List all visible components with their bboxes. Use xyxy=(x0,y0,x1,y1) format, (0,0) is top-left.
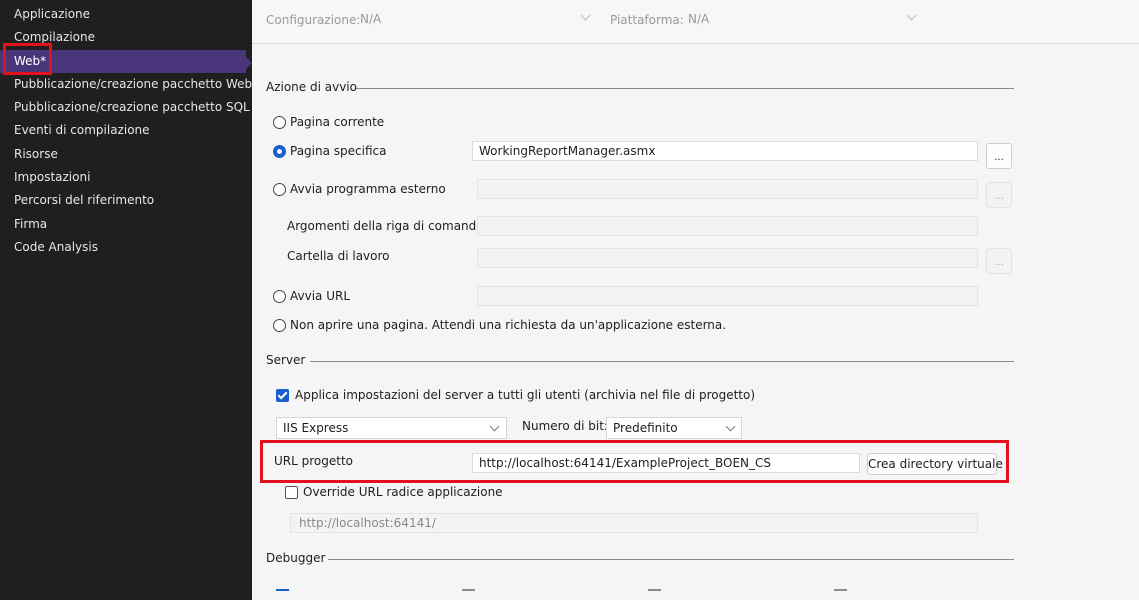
specific-page-label: Pagina specifica xyxy=(290,144,387,158)
sidebar-item-label: Impostazioni xyxy=(14,170,91,184)
section-divider xyxy=(328,559,1014,560)
override-root-checkbox[interactable] xyxy=(285,486,298,499)
sidebar-item-publish-sql[interactable]: Pubblicazione/creazione pacchetto SQL xyxy=(0,96,250,119)
project-url-label: URL progetto xyxy=(274,454,354,468)
sidebar-item-applicazione[interactable]: Applicazione xyxy=(0,3,240,26)
server-select[interactable]: IIS Express xyxy=(276,417,507,439)
start-action-section: Azione di avvio xyxy=(266,80,1016,96)
sidebar-item-label: Eventi di compilazione xyxy=(14,123,150,137)
external-program-label: Avvia programma esterno xyxy=(290,182,446,196)
chevron-down-icon xyxy=(489,421,500,432)
config-label: Configurazione: xyxy=(266,13,361,27)
sidebar-item-build-events[interactable]: Eventi di compilazione xyxy=(0,119,240,142)
radio-start-url[interactable] xyxy=(273,290,286,303)
dont-open-label: Non aprire una pagina. Attendi una richi… xyxy=(290,318,727,332)
server-section: Server xyxy=(266,353,1016,369)
config-select[interactable]: N/A xyxy=(354,9,596,31)
create-virtual-directory-button[interactable]: Crea directory virtuale xyxy=(867,453,1003,475)
radio-dont-open[interactable] xyxy=(273,319,286,332)
working-dir-input[interactable] xyxy=(477,248,978,268)
start-url-input[interactable] xyxy=(477,286,978,306)
platform-label: Piattaforma: xyxy=(610,13,684,27)
apply-all-users-label: Applica impostazioni del server a tutti … xyxy=(295,388,756,402)
apply-all-users-checkbox[interactable] xyxy=(276,389,289,402)
sidebar-item-code-analysis[interactable]: Code Analysis xyxy=(0,236,240,259)
bitness-label: Numero di bit: xyxy=(522,419,608,433)
config-bar: Configurazione: N/A Piattaforma: N/A xyxy=(252,0,1139,44)
debugger-checkbox-edit[interactable] xyxy=(834,589,847,591)
sidebar-item-reference-paths[interactable]: Percorsi del riferimento xyxy=(0,189,240,212)
sidebar-item-label: Percorsi del riferimento xyxy=(14,193,155,207)
section-heading: Server xyxy=(266,353,306,367)
browse-dir-button[interactable]: ... xyxy=(986,248,1012,274)
create-vdir-label: Crea directory virtuale xyxy=(868,457,1003,471)
project-url-input[interactable]: http://localhost:64141/ExampleProject_BO… xyxy=(472,453,860,473)
debugger-checkbox-asp[interactable] xyxy=(276,589,289,591)
project-url-value: http://localhost:64141/ExampleProject_BO… xyxy=(479,456,772,470)
override-root-label: Override URL radice applicazione xyxy=(303,485,503,499)
sidebar-item-label: Pubblicazione/creazione pacchetto SQL xyxy=(14,100,250,114)
current-page-label: Pagina corrente xyxy=(290,115,385,129)
sidebar-item-resources[interactable]: Risorse xyxy=(0,143,240,166)
sidebar-item-label: Risorse xyxy=(14,147,58,161)
bitness-value: Predefinito xyxy=(613,421,678,435)
section-divider xyxy=(310,361,1014,362)
specific-page-input[interactable]: WorkingReportManager.asmx xyxy=(472,141,978,161)
browse-label: ... xyxy=(994,257,1004,268)
browse-program-button[interactable]: ... xyxy=(986,182,1012,208)
browse-label: ... xyxy=(994,152,1004,163)
cmd-args-input[interactable] xyxy=(477,216,978,236)
section-heading: Azione di avvio xyxy=(266,80,357,94)
sidebar-item-label: Code Analysis xyxy=(14,240,98,254)
root-url-input[interactable]: http://localhost:64141/ xyxy=(290,513,978,533)
server-select-value: IIS Express xyxy=(283,421,349,435)
debugger-checkbox-native[interactable] xyxy=(462,589,475,591)
root-url-value: http://localhost:64141/ xyxy=(299,516,436,530)
chevron-down-icon xyxy=(725,421,736,432)
start-url-label: Avvia URL xyxy=(290,289,351,303)
sidebar: Applicazione Compilazione Web* Pubblicaz… xyxy=(0,0,252,600)
specific-page-value: WorkingReportManager.asmx xyxy=(479,144,656,158)
main-panel: Configurazione: N/A Piattaforma: N/A Azi… xyxy=(252,0,1139,600)
sidebar-item-settings[interactable]: Impostazioni xyxy=(0,166,240,189)
radio-specific-page[interactable] xyxy=(273,145,286,158)
section-divider xyxy=(356,88,1014,89)
chevron-down-icon xyxy=(906,10,917,21)
radio-current-page[interactable] xyxy=(273,116,286,129)
sidebar-item-label: Pubblicazione/creazione pacchetto Web xyxy=(14,77,253,91)
bitness-select[interactable]: Predefinito xyxy=(606,417,742,439)
platform-select[interactable]: N/A xyxy=(682,9,922,31)
debugger-section: Debugger xyxy=(266,551,1016,567)
debugger-checkbox-sql[interactable] xyxy=(648,589,661,591)
chevron-down-icon xyxy=(580,10,591,21)
cmd-args-label: Argomenti della riga di comando xyxy=(287,219,484,233)
working-dir-label: Cartella di lavoro xyxy=(287,249,390,263)
sidebar-item-label: Firma xyxy=(14,217,48,231)
sidebar-item-web[interactable]: Web* xyxy=(0,50,246,73)
browse-page-button[interactable]: ... xyxy=(986,143,1012,169)
sidebar-item-label: Compilazione xyxy=(14,30,96,44)
sidebar-item-compilazione[interactable]: Compilazione xyxy=(0,26,240,49)
radio-external-program[interactable] xyxy=(273,183,286,196)
section-heading: Debugger xyxy=(266,551,326,565)
sidebar-item-label: Web* xyxy=(14,54,47,68)
external-program-input[interactable] xyxy=(477,179,978,199)
sidebar-item-label: Applicazione xyxy=(14,7,91,21)
sidebar-item-signing[interactable]: Firma xyxy=(0,213,240,236)
platform-value: N/A xyxy=(688,12,710,26)
sidebar-item-publish-web[interactable]: Pubblicazione/creazione pacchetto Web xyxy=(0,73,252,96)
config-value: N/A xyxy=(360,12,382,26)
browse-label: ... xyxy=(994,191,1004,202)
